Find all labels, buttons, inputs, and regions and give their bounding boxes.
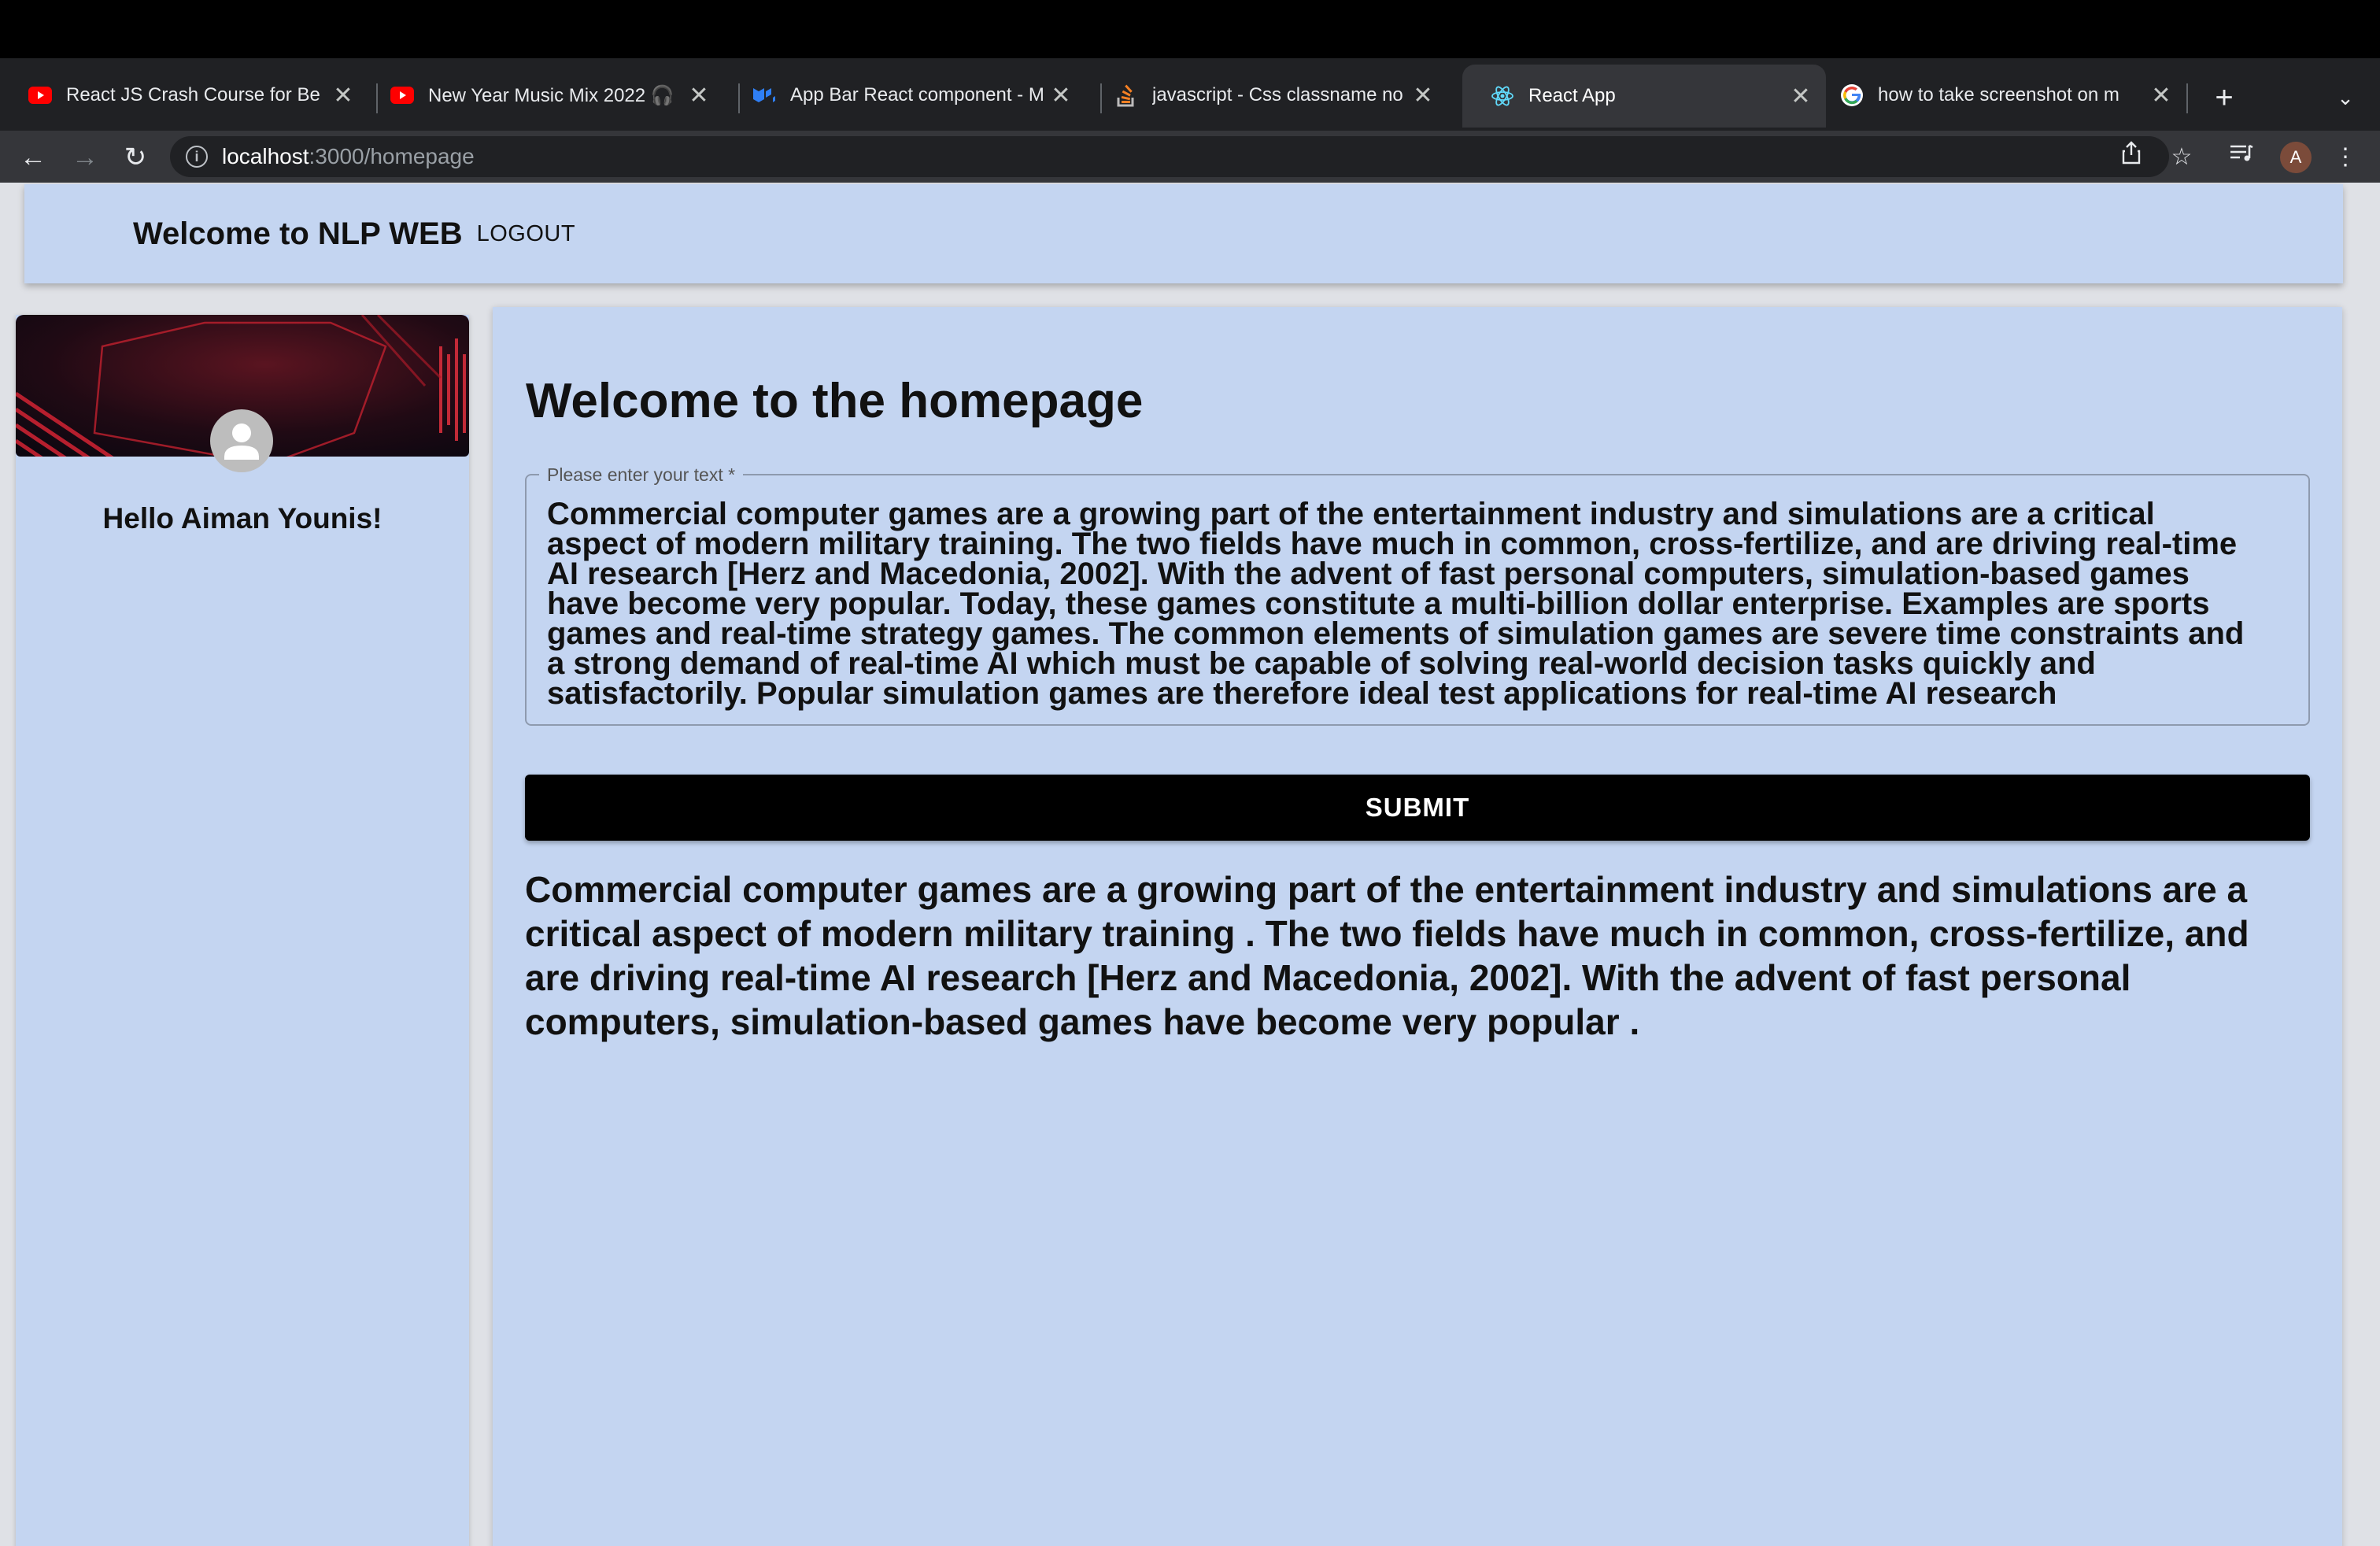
share-icon[interactable] bbox=[2114, 140, 2149, 175]
reload-icon[interactable]: ↻ bbox=[118, 140, 153, 175]
tab-title: React App bbox=[1528, 85, 1616, 106]
mui-icon bbox=[752, 83, 776, 107]
close-icon[interactable]: ✕ bbox=[2145, 80, 2177, 111]
react-icon bbox=[1491, 84, 1514, 108]
user-greeting: Hello Aiman Younis! bbox=[102, 502, 382, 534]
close-icon[interactable]: ✕ bbox=[683, 80, 715, 111]
address-bar[interactable]: i localhost :3000/homepage bbox=[170, 136, 2169, 177]
page-viewport: Welcome to NLP WEB LOGOUT Hello Aiman Yo… bbox=[0, 183, 2380, 1546]
close-icon[interactable]: ✕ bbox=[1045, 80, 1077, 111]
tab-new-year-music[interactable]: New Year Music Mix 2022 🎧 ✕ bbox=[362, 68, 724, 123]
close-icon[interactable]: ✕ bbox=[1407, 80, 1439, 111]
reading-list-icon[interactable] bbox=[2224, 140, 2259, 175]
summary-result-text: Commercial computer games are a growing … bbox=[525, 869, 2249, 1042]
page-title: Welcome to the homepage bbox=[526, 374, 1144, 428]
url-host: localhost bbox=[222, 144, 309, 168]
app-title: Welcome to NLP WEB bbox=[133, 216, 463, 251]
tab-react-app[interactable]: React App ✕ bbox=[1462, 65, 1826, 128]
tab-google-screenshot[interactable]: how to take screenshot on m ✕ bbox=[1812, 68, 2186, 123]
new-tab-button[interactable]: + bbox=[2208, 82, 2240, 113]
chevron-down-icon[interactable]: ⌄ bbox=[2330, 82, 2361, 113]
tab-title: App Bar React component - M bbox=[790, 84, 1044, 105]
kebab-menu-icon[interactable]: ⋮ bbox=[2328, 140, 2363, 175]
tab-title: javascript - Css classname no bbox=[1152, 84, 1403, 105]
bookmark-star-icon[interactable]: ☆ bbox=[2164, 140, 2199, 175]
logout-button[interactable]: LOGOUT bbox=[477, 221, 575, 247]
close-icon[interactable]: ✕ bbox=[327, 80, 359, 111]
main-content-card: Welcome to the homepage Please enter you… bbox=[493, 307, 2342, 1546]
forward-arrow-icon[interactable]: → bbox=[68, 140, 102, 175]
info-icon[interactable]: i bbox=[186, 146, 208, 168]
tab-title: React JS Crash Course for Be bbox=[66, 84, 320, 105]
profile-card: Hello Aiman Younis! bbox=[16, 315, 469, 1546]
url-path: :3000/homepage bbox=[309, 144, 475, 168]
tab-react-crash-course[interactable]: React JS Crash Course for Be ✕ bbox=[0, 68, 368, 123]
tab-divider bbox=[2186, 83, 2188, 113]
tab-title: New Year Music Mix 2022 🎧 bbox=[428, 84, 674, 106]
tab-stackoverflow[interactable]: javascript - Css classname no ✕ bbox=[1086, 68, 1448, 123]
tab-app-bar-mui[interactable]: App Bar React component - M ✕ bbox=[724, 68, 1086, 123]
google-icon bbox=[1840, 83, 1864, 107]
youtube-icon bbox=[28, 83, 52, 107]
submit-button[interactable]: SUBMIT bbox=[525, 775, 2310, 841]
tab-strip: React JS Crash Course for Be ✕ New Year … bbox=[0, 58, 2380, 131]
os-menu-bar bbox=[0, 0, 2380, 58]
youtube-icon bbox=[390, 83, 414, 107]
tab-title: how to take screenshot on m bbox=[1878, 84, 2119, 105]
input-label: Please enter your text * bbox=[539, 464, 744, 486]
browser-toolbar: ← → ↻ i localhost :3000/homepage ☆ A ⋮ bbox=[0, 131, 2380, 183]
back-arrow-icon[interactable]: ← bbox=[16, 140, 50, 175]
profile-avatar[interactable]: A bbox=[2280, 142, 2312, 173]
text-input-field[interactable]: Please enter your text * Commercial comp… bbox=[525, 464, 2310, 726]
avatar bbox=[210, 409, 273, 472]
app-bar: Welcome to NLP WEB LOGOUT bbox=[24, 184, 2343, 283]
stackoverflow-icon bbox=[1114, 83, 1138, 107]
text-input-value[interactable]: Commercial computer games are a growing … bbox=[547, 498, 2296, 709]
